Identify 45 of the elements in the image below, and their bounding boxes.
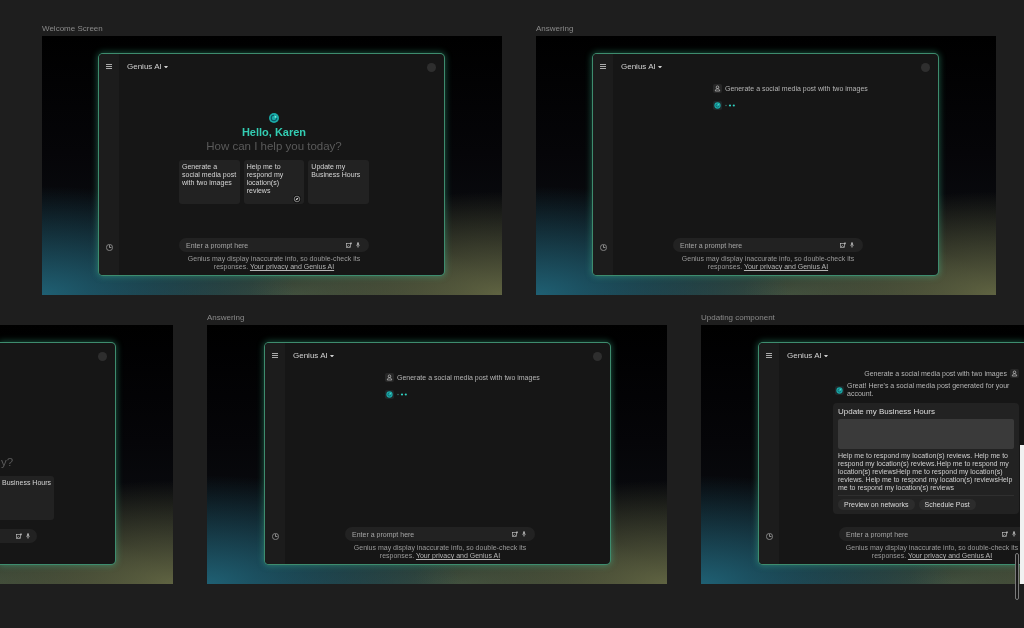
image-plus-icon[interactable]	[346, 242, 352, 248]
artboard-label: Answering	[536, 24, 574, 33]
compass-icon	[293, 195, 302, 203]
typing-dots-icon	[397, 393, 407, 396]
mic-icon[interactable]	[26, 533, 30, 539]
person-icon	[713, 84, 722, 93]
image-plus-icon[interactable]	[512, 531, 518, 537]
artboard-label: Answering	[207, 313, 245, 322]
artboard-label: Welcome Screen	[42, 24, 103, 33]
caret-icon	[823, 354, 828, 358]
menu-icon[interactable]	[766, 353, 772, 358]
logo-icon	[835, 385, 844, 395]
person-icon	[385, 373, 394, 382]
card-title: Update my Business Hours	[838, 407, 936, 416]
model-selector[interactable]: Genius AI	[787, 351, 828, 361]
scrollbar[interactable]	[1015, 553, 1019, 600]
mic-icon[interactable]	[850, 242, 854, 248]
typing-dots-icon	[725, 104, 735, 107]
model-selector[interactable]: Genius AI	[127, 62, 168, 72]
image-plus-icon[interactable]	[840, 242, 846, 248]
image-plus-icon[interactable]	[1002, 531, 1008, 537]
caret-icon	[163, 65, 168, 69]
logo-icon	[385, 390, 394, 399]
greeting-title: Hello, Karen	[241, 126, 307, 138]
clock-icon[interactable]	[271, 533, 279, 540]
mic-icon[interactable]	[522, 531, 526, 537]
clock-icon[interactable]	[765, 533, 773, 540]
artboard-label: Updating component	[701, 313, 775, 322]
caret-icon	[657, 65, 662, 69]
mic-icon[interactable]	[356, 242, 360, 248]
prompt-bar[interactable]	[0, 529, 37, 543]
image-plus-icon[interactable]	[16, 533, 22, 539]
caret-icon	[329, 354, 334, 358]
person-icon	[1010, 369, 1019, 378]
mic-icon[interactable]	[1012, 531, 1016, 537]
logo-icon	[713, 101, 722, 110]
model-selector[interactable]: Genius AI	[621, 62, 662, 72]
menu-icon[interactable]	[600, 64, 606, 69]
logo-icon	[269, 113, 279, 123]
model-selector[interactable]: Genius AI	[293, 351, 334, 361]
menu-icon[interactable]	[272, 353, 278, 358]
clock-icon[interactable]	[599, 244, 607, 251]
clock-icon[interactable]	[105, 244, 113, 251]
greeting-subtitle: y?	[0, 455, 14, 469]
menu-icon[interactable]	[106, 64, 112, 69]
